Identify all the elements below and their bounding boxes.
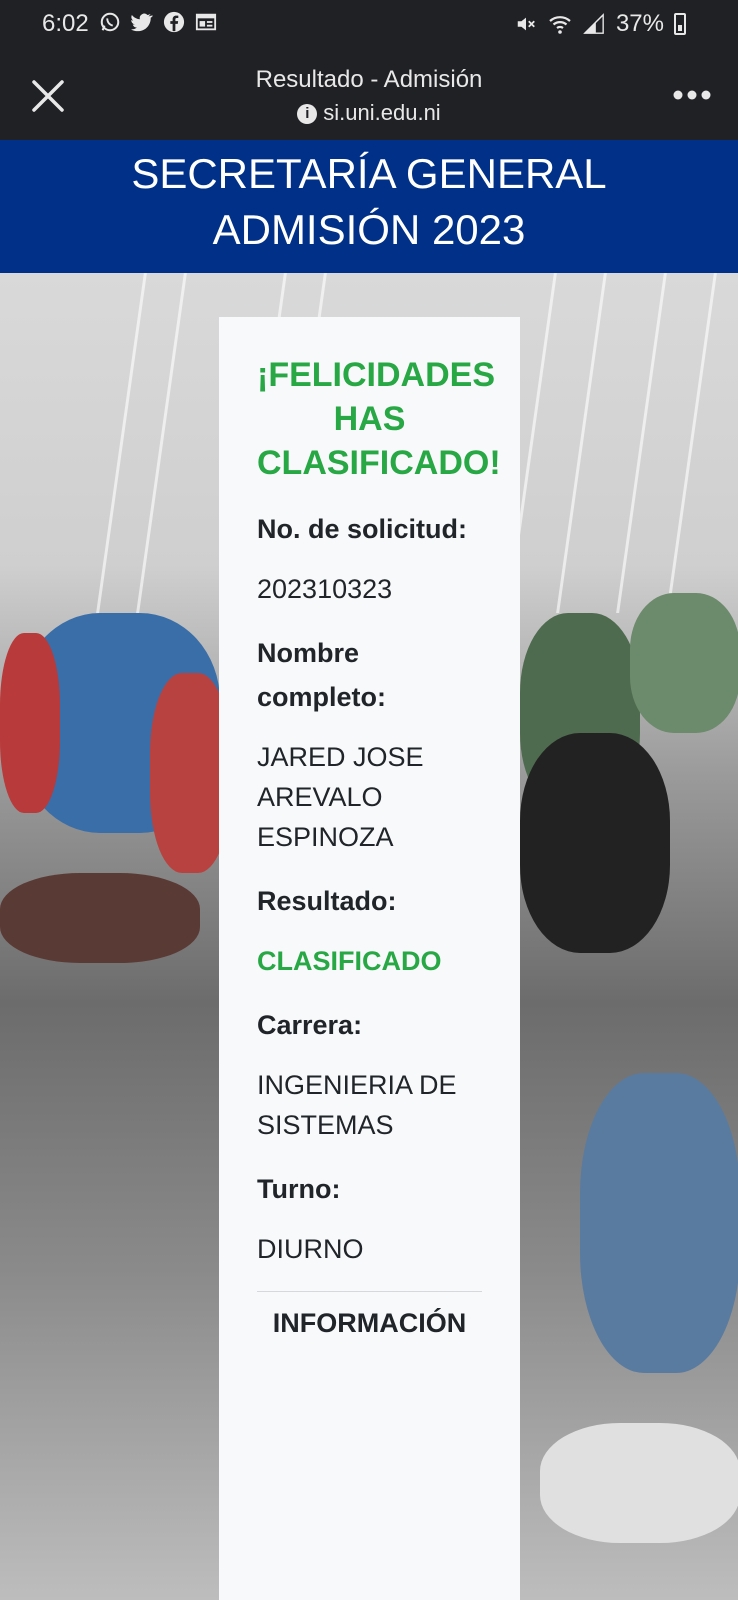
- info-icon[interactable]: i: [297, 104, 318, 124]
- facebook-icon: [162, 10, 186, 34]
- status-bar: 6:02 37%: [0, 0, 738, 48]
- browser-toolbar: Resultado - Admisión i si.uni.edu.ni: [0, 48, 738, 140]
- full-name-label: Nombre completo:: [257, 638, 387, 712]
- request-number-label: No. de solicitud:: [257, 514, 468, 544]
- banner-line-2: ADMISIÓN 2023: [212, 206, 526, 253]
- shift-value: DIURNO: [257, 1234, 364, 1264]
- whatsapp-icon: [98, 10, 122, 34]
- more-info-heading: INFORMACIÓN: [272, 1308, 467, 1338]
- congrats-heading: ¡FELICIDADES HAS CLASIFICADO!: [257, 356, 501, 482]
- battery-icon: [674, 13, 686, 35]
- system-icons: 37%: [514, 10, 686, 38]
- status-time: 6:02: [42, 10, 89, 37]
- mute-icon: [514, 12, 538, 36]
- battery-percent: 37%: [615, 10, 664, 37]
- request-number-value: 202310323: [257, 574, 393, 604]
- full-name-value: JARED JOSE AREVALO ESPINOZA: [257, 742, 424, 852]
- result-card: ¡FELICIDADES HAS CLASIFICADO! No. de sol…: [219, 317, 520, 1600]
- notification-icons: [98, 10, 218, 34]
- page-title: Resultado - Admisión: [255, 66, 483, 93]
- divider: [257, 1291, 482, 1292]
- header-banner: SECRETARÍA GENERAL ADMISIÓN 2023: [0, 140, 738, 273]
- more-menu-button[interactable]: [672, 82, 712, 102]
- banner-line-1: SECRETARÍA GENERAL: [131, 150, 607, 197]
- url-text: si.uni.edu.ni: [323, 100, 441, 125]
- wifi-icon: [548, 12, 572, 36]
- result-label: Resultado:: [257, 886, 397, 916]
- shift-label: Turno:: [257, 1174, 341, 1204]
- news-icon: [194, 10, 218, 34]
- career-label: Carrera:: [257, 1010, 363, 1040]
- url-display[interactable]: i si.uni.edu.ni: [0, 100, 738, 126]
- career-value: INGENIERIA DE SISTEMAS: [257, 1070, 457, 1140]
- result-value: CLASIFICADO: [257, 946, 442, 976]
- twitter-icon: [130, 10, 154, 34]
- signal-icon: [582, 12, 606, 36]
- more-icon: [673, 90, 711, 100]
